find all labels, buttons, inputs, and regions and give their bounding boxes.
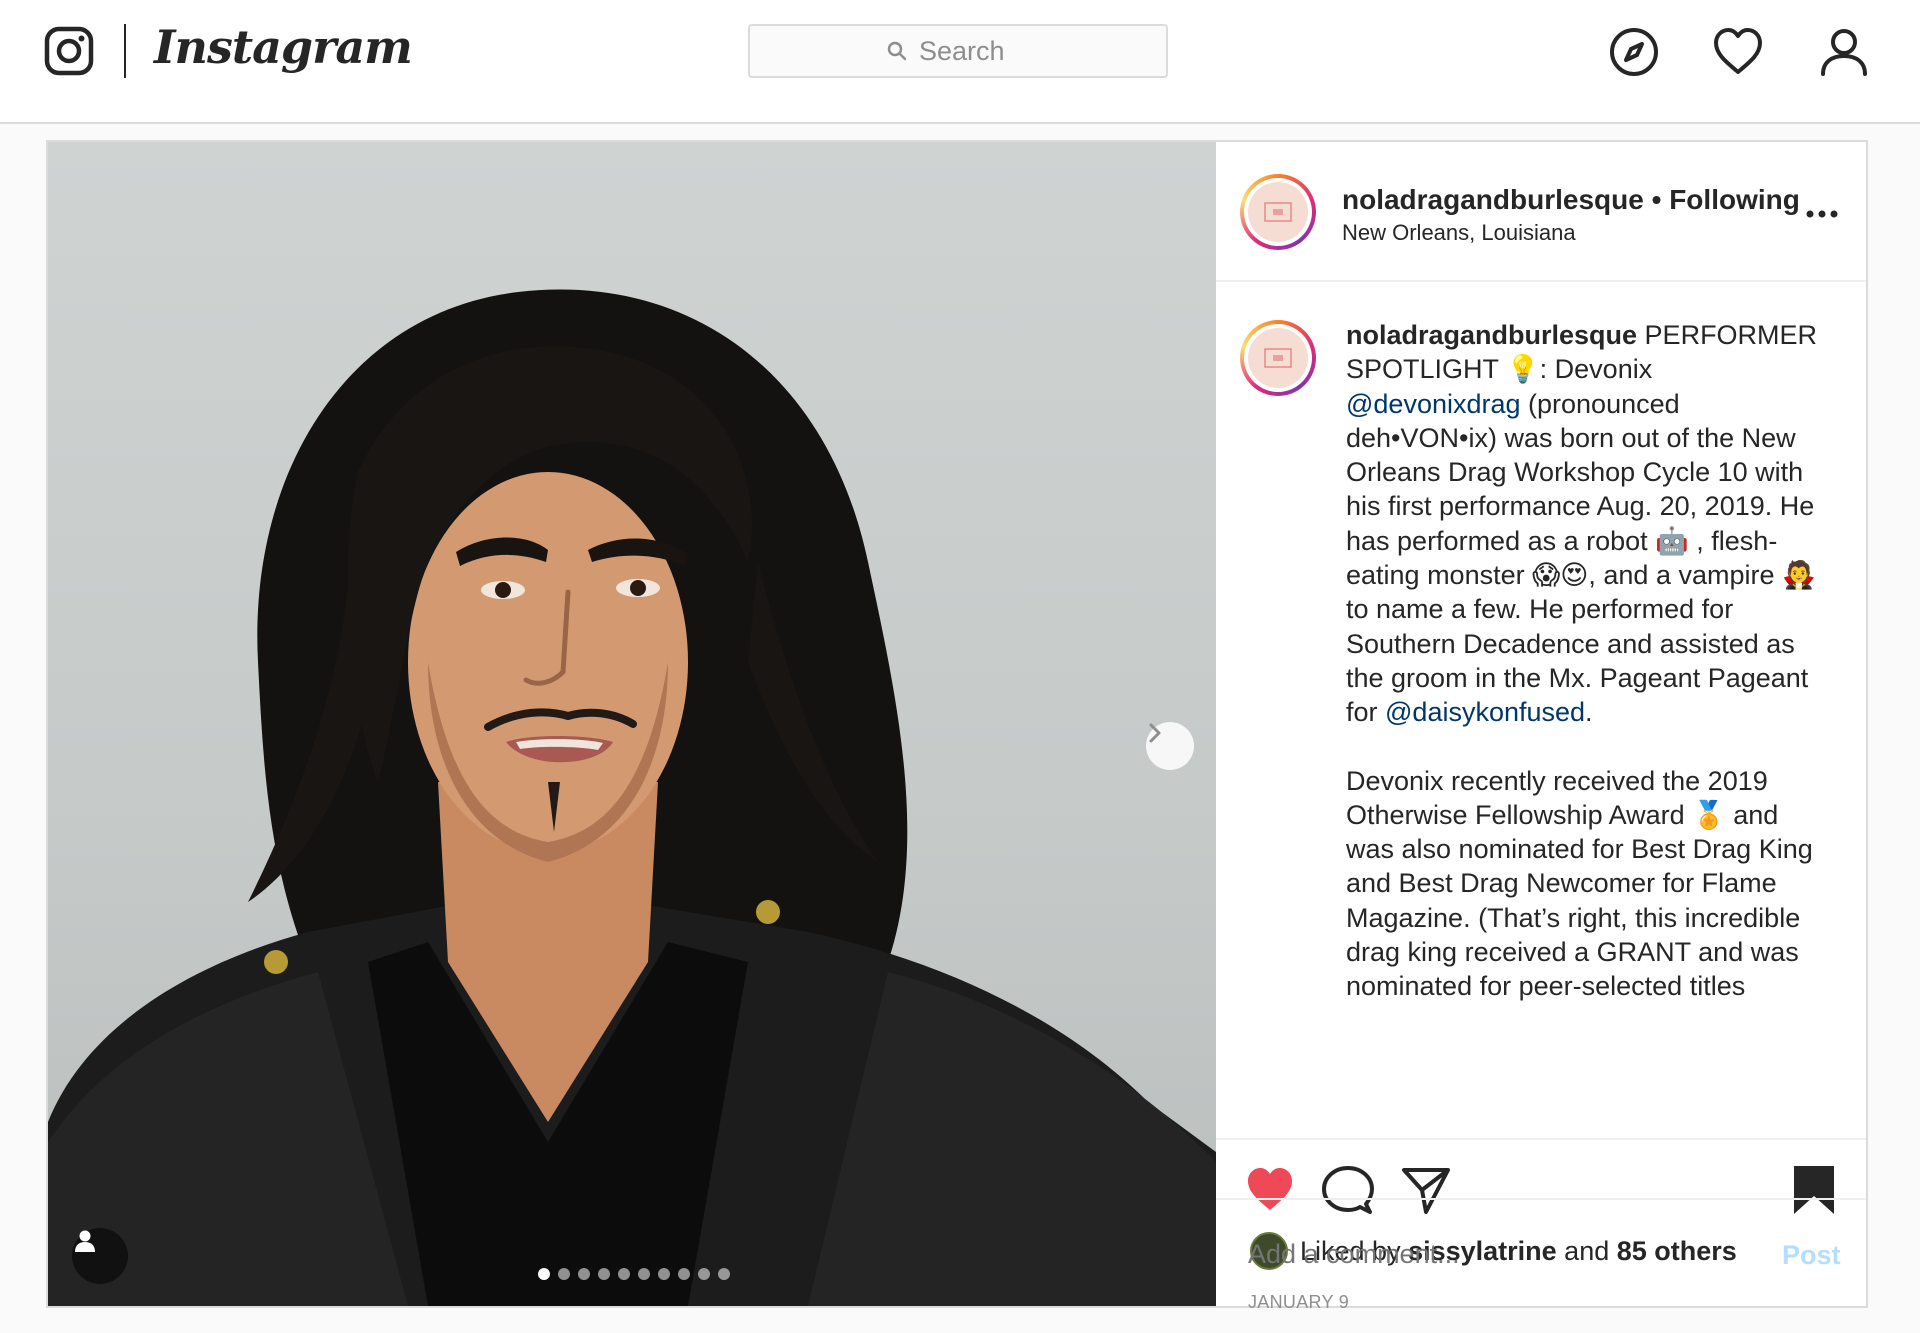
account-logo-icon bbox=[1264, 202, 1292, 222]
header-username[interactable]: noladragandburlesque bbox=[1342, 184, 1644, 215]
carousel-dot bbox=[678, 1268, 690, 1280]
search-input[interactable] bbox=[919, 35, 1029, 67]
mention-link[interactable]: @devonixdrag bbox=[1346, 389, 1521, 419]
following-status[interactable]: Following bbox=[1669, 184, 1800, 215]
performer-portrait-image bbox=[48, 289, 1216, 1306]
post-location[interactable]: New Orleans, Louisiana bbox=[1342, 220, 1576, 246]
post-photo[interactable] bbox=[48, 142, 1216, 1306]
carousel-next-button[interactable] bbox=[1146, 722, 1194, 770]
carousel-indicator-dots bbox=[538, 1268, 730, 1280]
carousel-dot bbox=[538, 1268, 550, 1280]
logo-divider bbox=[124, 24, 126, 78]
caption-scroll-area[interactable]: noladragandburlesque PERFORMER SPOTLIGHT… bbox=[1216, 282, 1866, 1138]
mention-link[interactable]: @daisykonfused bbox=[1385, 697, 1585, 727]
activity-heart-icon[interactable] bbox=[1712, 26, 1764, 78]
instagram-wordmark[interactable]: Instagram bbox=[154, 20, 413, 74]
chevron-right-icon bbox=[1149, 723, 1161, 743]
tagged-users-button[interactable] bbox=[72, 1228, 128, 1284]
header-separator: • bbox=[1643, 184, 1670, 215]
post-comment-button[interactable]: Post bbox=[1782, 1240, 1841, 1271]
caption-paragraph-1: noladragandburlesque PERFORMER SPOTLIGHT… bbox=[1346, 318, 1822, 730]
person-tag-icon bbox=[75, 1230, 95, 1252]
account-avatar[interactable] bbox=[1240, 174, 1316, 250]
post-card: noladragandburlesque • Following New Orl… bbox=[46, 140, 1868, 1312]
post-header: noladragandburlesque • Following New Orl… bbox=[1216, 142, 1866, 282]
caption-avatar[interactable] bbox=[1240, 320, 1316, 396]
carousel-dot bbox=[578, 1268, 590, 1280]
carousel-dot bbox=[638, 1268, 650, 1280]
post-caption: noladragandburlesque PERFORMER SPOTLIGHT… bbox=[1346, 318, 1822, 1004]
more-options-icon[interactable] bbox=[1804, 206, 1840, 222]
carousel-dot bbox=[598, 1268, 610, 1280]
header-account-line: noladragandburlesque • Following bbox=[1342, 184, 1800, 216]
profile-icon[interactable] bbox=[1818, 26, 1870, 78]
carousel-dot bbox=[618, 1268, 630, 1280]
carousel-dot bbox=[718, 1268, 730, 1280]
caption-text-part: . bbox=[1585, 697, 1593, 728]
caption-text-part: (pronounced deh•VON•ix) was born out of … bbox=[1346, 388, 1816, 728]
instagram-glyph-icon[interactable] bbox=[44, 26, 94, 76]
search-icon bbox=[887, 41, 907, 61]
search-box[interactable] bbox=[748, 24, 1168, 78]
caption-username[interactable]: noladragandburlesque bbox=[1346, 320, 1637, 350]
post-sidebar: noladragandburlesque • Following New Orl… bbox=[1216, 142, 1866, 1312]
comment-composer: Post bbox=[1216, 1198, 1866, 1306]
caption-paragraph-2: Devonix recently received the 2019 Other… bbox=[1346, 765, 1813, 1002]
comment-input[interactable] bbox=[1248, 1230, 1748, 1278]
carousel-dot bbox=[658, 1268, 670, 1280]
carousel-dot bbox=[558, 1268, 570, 1280]
top-navigation-bar: Instagram bbox=[0, 0, 1920, 124]
explore-compass-icon[interactable] bbox=[1608, 26, 1660, 78]
account-logo-icon bbox=[1264, 348, 1292, 368]
carousel-dot bbox=[698, 1268, 710, 1280]
